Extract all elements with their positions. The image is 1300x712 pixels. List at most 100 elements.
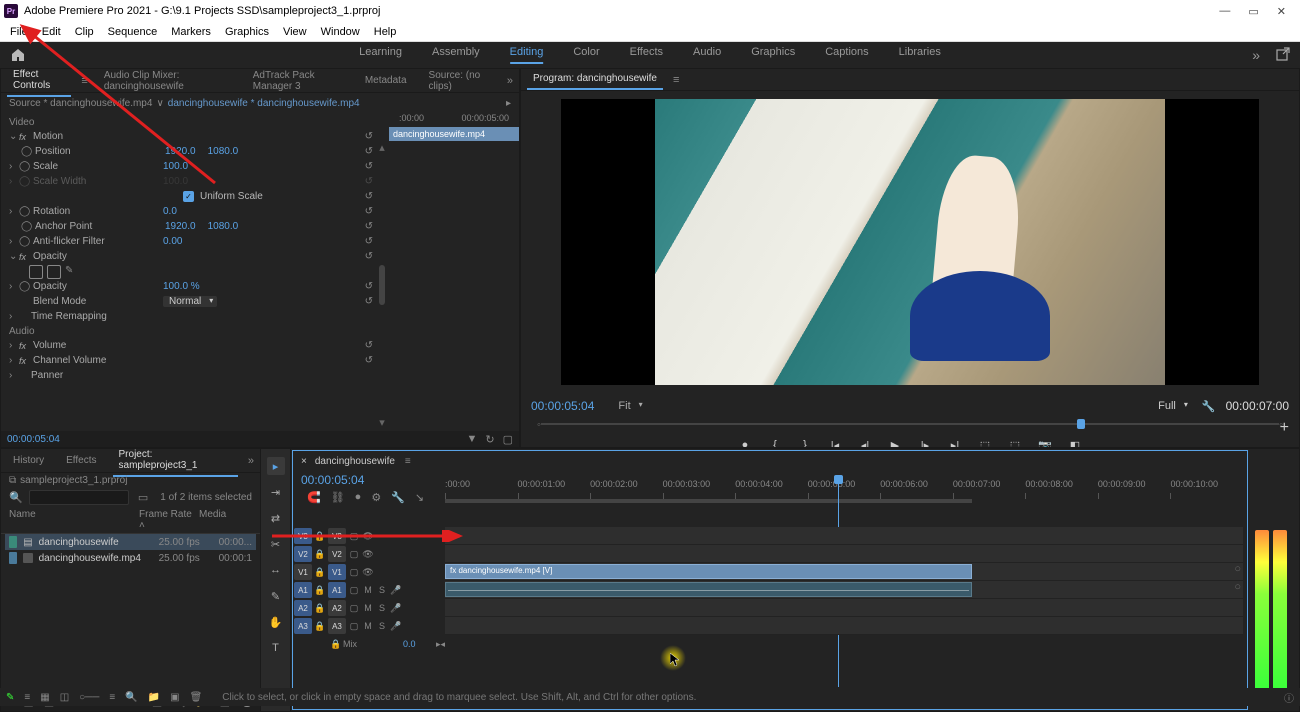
- workspace-color[interactable]: Color: [573, 46, 599, 64]
- lock-icon[interactable]: 🔒: [313, 549, 327, 560]
- menu-graphics[interactable]: Graphics: [219, 24, 275, 40]
- tab-menu-icon[interactable]: ≡: [673, 74, 679, 86]
- track-a3[interactable]: [445, 617, 1243, 635]
- col-framerate[interactable]: Frame Rate ˄: [139, 509, 199, 531]
- ec-target-path[interactable]: dancinghousewife * dancinghousewife.mp4: [168, 98, 360, 109]
- stopwatch-icon[interactable]: ◯: [19, 161, 33, 172]
- track-scroll-handle[interactable]: ○: [1234, 563, 1241, 575]
- ec-timecode[interactable]: 00:00:05:04: [7, 434, 60, 445]
- quick-export-icon[interactable]: [1276, 47, 1290, 64]
- extract-icon[interactable]: ⬚: [1007, 437, 1023, 448]
- menu-file[interactable]: File: [4, 24, 34, 40]
- voiceover-icon[interactable]: 🎤: [389, 603, 403, 614]
- pen-tool-icon[interactable]: ✎: [6, 692, 14, 703]
- ruler-tick[interactable]: :00:00: [445, 479, 518, 499]
- twisty-icon[interactable]: ⌄: [9, 131, 19, 142]
- reset-icon[interactable]: ↺: [365, 131, 373, 142]
- stopwatch-icon[interactable]: ◯: [21, 146, 35, 157]
- col-name[interactable]: Name: [9, 509, 139, 531]
- ruler-tick[interactable]: 00:00:03:00: [663, 479, 736, 499]
- program-scrubber[interactable]: ◦ ◦: [531, 419, 1289, 429]
- add-marker-icon[interactable]: ●: [355, 491, 362, 504]
- source-patch-a2[interactable]: A2: [294, 600, 312, 616]
- prop-time-remap[interactable]: Time Remapping: [31, 311, 161, 322]
- track-target-v3[interactable]: V3: [328, 528, 346, 544]
- track-a2[interactable]: [445, 599, 1243, 617]
- lock-icon[interactable]: 🔒: [313, 531, 327, 542]
- menu-view[interactable]: View: [277, 24, 313, 40]
- source-patch-v2[interactable]: V2: [294, 546, 312, 562]
- resolution-dropdown[interactable]: Full: [1152, 400, 1192, 412]
- track-target-v1[interactable]: V1: [328, 564, 346, 580]
- pen-tool-icon[interactable]: ✎: [267, 587, 285, 605]
- stopwatch-icon[interactable]: ◯: [19, 206, 33, 217]
- mask-ellipse-icon[interactable]: [29, 265, 43, 279]
- prop-volume[interactable]: Volume: [33, 340, 163, 351]
- workspace-graphics[interactable]: Graphics: [751, 46, 795, 64]
- twisty-icon[interactable]: ›: [9, 311, 19, 322]
- workspace-audio[interactable]: Audio: [693, 46, 721, 64]
- reset-icon[interactable]: ↺: [365, 221, 373, 232]
- twisty-icon[interactable]: ⌄: [9, 251, 19, 262]
- sequence-tab[interactable]: dancinghousewife: [315, 456, 395, 467]
- source-patch-a3[interactable]: A3: [294, 618, 312, 634]
- freeform-icon[interactable]: ◫: [60, 692, 69, 703]
- ripple-edit-tool-icon[interactable]: ⇄: [267, 509, 285, 527]
- new-bin-icon[interactable]: ▭: [138, 491, 148, 504]
- position-x[interactable]: 1920.0: [165, 146, 208, 157]
- ruler-tick[interactable]: 00:00:08:00: [1025, 479, 1098, 499]
- loop-icon[interactable]: ↻: [485, 433, 494, 446]
- lift-icon[interactable]: ⬚: [977, 437, 993, 448]
- mix-val[interactable]: 0.0: [403, 639, 416, 649]
- tab-program[interactable]: Program: dancinghousewife: [527, 69, 663, 90]
- fx-badge-icon[interactable]: fx: [19, 341, 33, 351]
- fx-badge-icon[interactable]: fx: [19, 132, 33, 142]
- list-view-icon[interactable]: ≡: [24, 692, 30, 703]
- close-button[interactable]: ✕: [1277, 5, 1286, 18]
- menu-sequence[interactable]: Sequence: [102, 24, 164, 40]
- lock-icon[interactable]: 🔒: [313, 621, 327, 632]
- twisty-icon[interactable]: ›: [9, 161, 19, 172]
- rotation-val[interactable]: 0.0: [163, 206, 189, 217]
- ruler-tick[interactable]: 00:00:05:00: [808, 479, 881, 499]
- twisty-icon[interactable]: ›: [9, 281, 19, 292]
- prop-channel-volume[interactable]: Channel Volume: [33, 355, 163, 366]
- workspace-libraries[interactable]: Libraries: [899, 46, 941, 64]
- twisty-icon[interactable]: ›: [9, 355, 19, 366]
- workspace-learning[interactable]: Learning: [359, 46, 402, 64]
- snap-icon[interactable]: 🧲: [307, 491, 321, 504]
- tab-project[interactable]: Project: sampleproject3_1: [113, 448, 238, 477]
- source-patch-v3[interactable]: V3: [294, 528, 312, 544]
- collapse-icon[interactable]: ▸◂: [436, 639, 445, 650]
- track-v1[interactable]: fx dancinghousewife.mp4 [V]: [445, 563, 1243, 581]
- settings-icon[interactable]: ⚙: [371, 491, 381, 504]
- lock-icon[interactable]: 🔒: [313, 567, 327, 578]
- export-frame-icon[interactable]: 📷: [1037, 437, 1053, 448]
- stopwatch-icon[interactable]: ◯: [19, 236, 33, 247]
- ec-scrollbar[interactable]: ▴▾: [377, 141, 387, 429]
- timeline-ruler[interactable]: :00:0000:00:01:0000:00:02:0000:00:03:000…: [445, 473, 1243, 503]
- filter-icon[interactable]: ▼: [466, 433, 477, 446]
- ruler-tick[interactable]: 00:00:01:00: [518, 479, 591, 499]
- anchor-y[interactable]: 1080.0: [208, 221, 251, 232]
- tab-audio-clip-mixer[interactable]: Audio Clip Mixer: dancinghousewife: [98, 68, 237, 96]
- menu-edit[interactable]: Edit: [36, 24, 67, 40]
- track-v2[interactable]: [445, 545, 1243, 563]
- zoom-slider[interactable]: ○──: [79, 692, 99, 703]
- mask-pen-icon[interactable]: ✎: [65, 265, 79, 279]
- project-row-clip[interactable]: dancinghousewife.mp4 25.00 fps 00:00:1: [5, 550, 256, 566]
- timeline-clip-video[interactable]: fx dancinghousewife.mp4 [V]: [445, 564, 972, 579]
- wrench-icon[interactable]: 🔧: [391, 491, 405, 504]
- info-icon[interactable]: ⓘ: [1284, 690, 1294, 705]
- twisty-icon[interactable]: ›: [9, 340, 19, 351]
- prop-opacity-group[interactable]: Opacity: [33, 251, 163, 262]
- reset-icon[interactable]: ↺: [365, 161, 373, 172]
- new-bin-icon[interactable]: 📁: [148, 692, 160, 703]
- go-to-in-icon[interactable]: |◂: [827, 437, 843, 448]
- toggle-output-icon[interactable]: ▢: [347, 585, 361, 596]
- ruler-tick[interactable]: 00:00:07:00: [953, 479, 1026, 499]
- project-search-input[interactable]: [29, 490, 129, 505]
- mark-out-icon[interactable]: }: [797, 437, 813, 448]
- anchor-x[interactable]: 1920.0: [165, 221, 208, 232]
- type-tool-icon[interactable]: T: [267, 639, 285, 657]
